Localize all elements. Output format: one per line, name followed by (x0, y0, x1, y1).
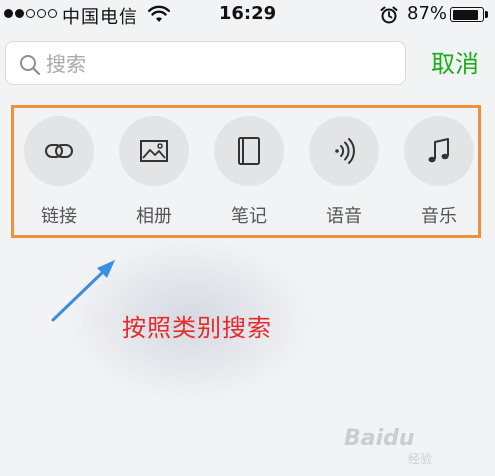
category-button-voice[interactable] (309, 116, 379, 186)
category-label-music: 音乐 (421, 206, 457, 227)
image-icon (140, 140, 168, 162)
battery-percentage: 87% (407, 3, 448, 24)
category-item-music[interactable]: 音乐 (394, 116, 484, 228)
search-bar[interactable] (5, 41, 406, 85)
category-label-notes: 笔记 (231, 206, 267, 227)
search-icon (20, 55, 41, 76)
category-button-album[interactable] (119, 116, 189, 186)
category-label-voice: 语音 (326, 206, 362, 227)
search-screen: 中国电信 16:29 87% 取消 (0, 0, 495, 476)
category-button-link[interactable] (24, 116, 94, 186)
category-label-link: 链接 (41, 206, 77, 227)
link-icon (45, 144, 73, 158)
category-button-notes[interactable] (214, 116, 284, 186)
battery-icon (450, 7, 484, 22)
watermark-subtext: 经验 (408, 452, 433, 466)
category-button-music[interactable] (404, 116, 474, 186)
watermark-text: Baidu (344, 426, 415, 451)
status-bar: 中国电信 16:29 87% (0, 0, 495, 30)
search-input[interactable] (46, 49, 386, 79)
baidu-watermark: Baidu 经验 (338, 420, 488, 470)
voice-icon (335, 138, 355, 164)
cancel-button[interactable]: 取消 (420, 44, 490, 84)
category-item-link[interactable]: 链接 (14, 116, 104, 228)
category-item-album[interactable]: 相册 (109, 116, 199, 228)
annotation-text: 按照类别搜索 (122, 314, 272, 342)
category-panel: 链接 相册 笔记 语音 音乐 (11, 105, 481, 238)
category-label-album: 相册 (136, 206, 172, 227)
category-item-notes[interactable]: 笔记 (204, 116, 294, 228)
music-icon (428, 138, 449, 163)
notebook-icon (238, 137, 260, 165)
battery-tip (485, 11, 488, 18)
alarm-icon (380, 6, 398, 24)
annotation-arrow-icon (51, 260, 115, 322)
category-item-voice[interactable]: 语音 (299, 116, 389, 228)
